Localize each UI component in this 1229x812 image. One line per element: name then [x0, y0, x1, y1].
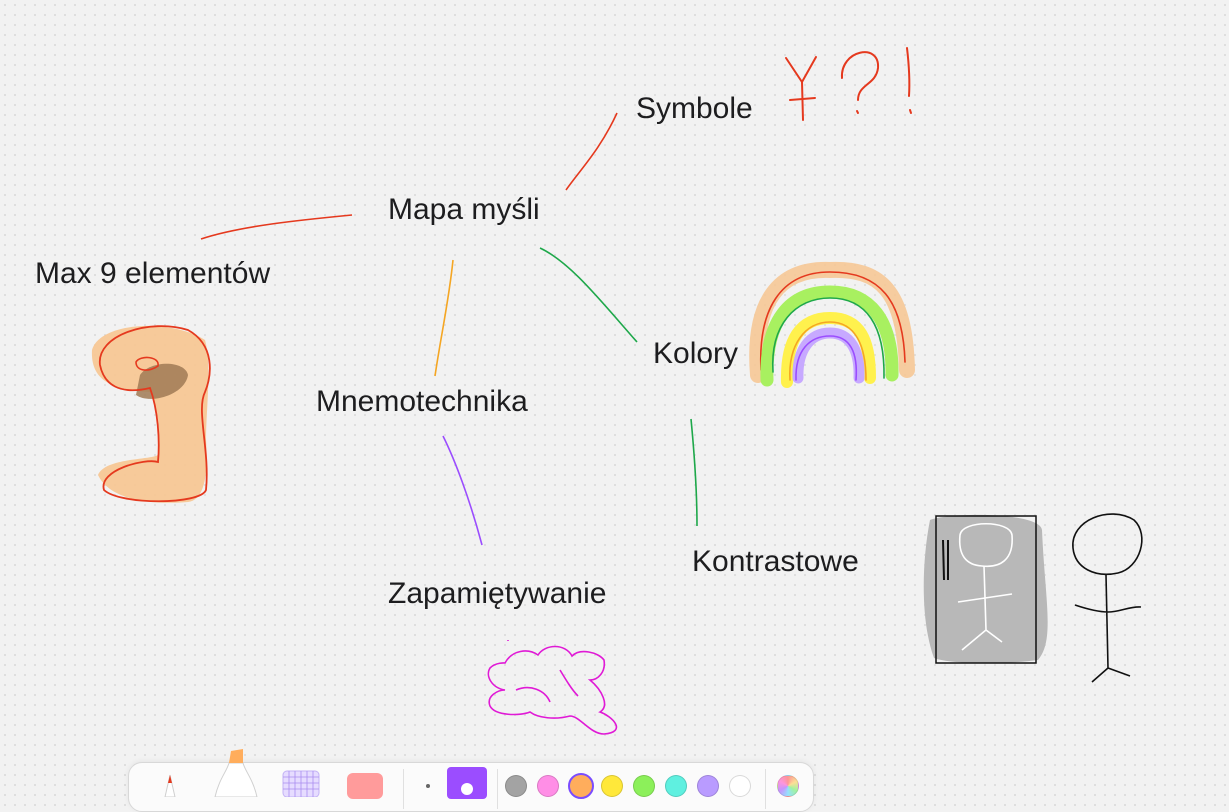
connector-mnemotechnika — [434, 259, 454, 377]
drawing-toolbar — [128, 749, 814, 812]
stroke-size-small[interactable] — [421, 779, 435, 793]
grid-pattern-icon — [282, 770, 320, 798]
rainbow-doodle — [749, 261, 915, 388]
marker-tool[interactable] — [209, 749, 261, 798]
eraser-icon — [347, 773, 383, 799]
contrastive-label: Kontrastowe — [692, 545, 859, 578]
stroke-size-large-selected[interactable] — [447, 767, 487, 799]
connector-max-elements — [200, 214, 353, 240]
eraser-tool[interactable] — [345, 771, 385, 799]
connector-zapamietywanie — [442, 435, 483, 546]
toolbar-divider-2 — [497, 769, 498, 809]
pencil-icon — [164, 774, 176, 798]
mnemotechnics-label: Mnemotechnika — [316, 385, 528, 418]
marker-icon — [214, 749, 258, 798]
memorizing-label: Zapamiętywanie — [388, 577, 607, 610]
pencil-tool[interactable] — [151, 763, 189, 798]
small-dot-icon — [426, 784, 430, 788]
toolbar-divider-3 — [765, 769, 766, 809]
toolbar-divider — [403, 769, 404, 809]
connector-kolory — [539, 247, 638, 343]
pattern-tool[interactable] — [281, 769, 321, 798]
nine-doodle — [91, 325, 211, 503]
symbols-doodle — [785, 47, 912, 121]
drawing-canvas[interactable] — [0, 0, 1229, 794]
flower-doodle — [487, 640, 618, 735]
max-elements-label: Max 9 elementów — [35, 257, 271, 290]
symbols-label: Symbole — [636, 92, 753, 125]
connector-kontrastowe — [690, 418, 698, 527]
connector-symbole — [565, 112, 618, 191]
large-dot-icon — [461, 783, 473, 795]
colors-label: Kolory — [653, 337, 739, 370]
contrast-doodle — [923, 513, 1143, 683]
color-swatch-orange-selected[interactable] — [568, 773, 594, 799]
mind-map-label: Mapa myśli — [388, 193, 540, 226]
